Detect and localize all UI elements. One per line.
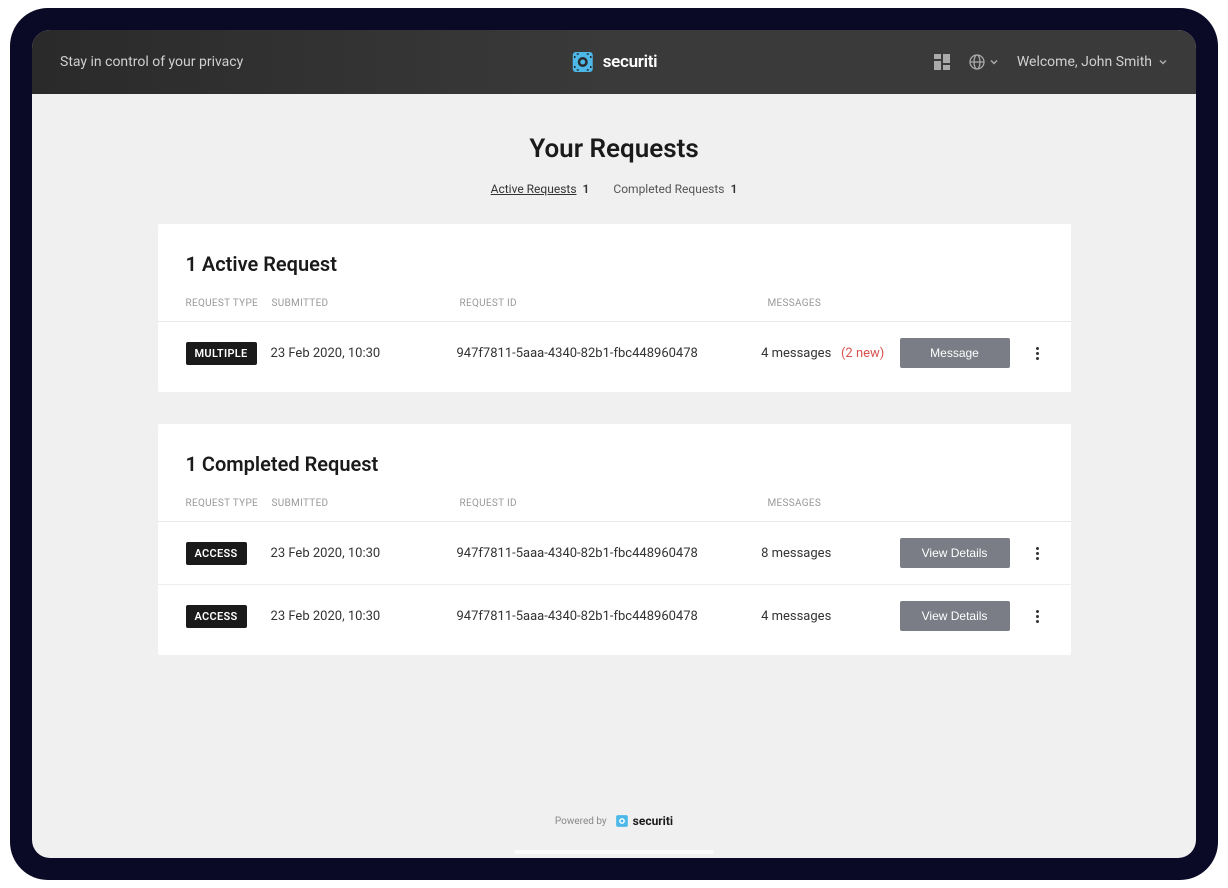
more-options-icon[interactable] bbox=[1032, 543, 1043, 564]
messages-count: 4 messages bbox=[761, 609, 899, 624]
tab-label: Active Requests bbox=[491, 182, 577, 196]
request-id: 947f7811-5aaa-4340-82b1-fbc448960478 bbox=[456, 346, 761, 361]
column-messages: MESSAGES bbox=[768, 298, 1043, 309]
language-selector[interactable] bbox=[969, 54, 999, 70]
table-header: REQUEST TYPE SUBMITTED REQUEST ID MESSAG… bbox=[158, 298, 1071, 322]
column-request-id: REQUEST ID bbox=[460, 498, 768, 509]
table-row: MULTIPLE 23 Feb 2020, 10:30 947f7811-5aa… bbox=[158, 322, 1071, 392]
tab-active-requests[interactable]: Active Requests 1 bbox=[491, 182, 590, 196]
table-row: ACCESS 23 Feb 2020, 10:30 947f7811-5aaa-… bbox=[158, 585, 1071, 655]
tab-label: Completed Requests bbox=[613, 182, 724, 196]
table-row: ACCESS 23 Feb 2020, 10:30 947f7811-5aaa-… bbox=[158, 522, 1071, 585]
column-request-type: REQUEST TYPE bbox=[186, 498, 272, 509]
submitted-date: 23 Feb 2020, 10:30 bbox=[271, 609, 457, 624]
brand-logo[interactable]: securiti bbox=[571, 50, 658, 74]
tab-count: 1 bbox=[731, 182, 738, 196]
welcome-text: Welcome, John Smith bbox=[1017, 54, 1152, 70]
dashboard-icon[interactable] bbox=[933, 53, 951, 71]
tab-count: 1 bbox=[583, 182, 590, 196]
view-details-button[interactable]: View Details bbox=[900, 538, 1010, 568]
column-messages: MESSAGES bbox=[768, 498, 1043, 509]
column-submitted: SUBMITTED bbox=[272, 298, 460, 309]
request-type-badge: ACCESS bbox=[186, 542, 247, 565]
request-id: 947f7811-5aaa-4340-82b1-fbc448960478 bbox=[456, 609, 761, 624]
chevron-down-icon bbox=[989, 57, 999, 67]
completed-requests-card: 1 Completed Request REQUEST TYPE SUBMITT… bbox=[158, 424, 1071, 655]
request-tabs: Active Requests 1 Completed Requests 1 bbox=[32, 182, 1196, 196]
submitted-date: 23 Feb 2020, 10:30 bbox=[271, 346, 457, 361]
securiti-logo-icon bbox=[615, 814, 629, 828]
header: Stay in control of your privacy securiti bbox=[32, 30, 1196, 94]
footer-brand-name: securiti bbox=[633, 814, 673, 828]
active-requests-card: 1 Active Request REQUEST TYPE SUBMITTED … bbox=[158, 224, 1071, 392]
powered-by-text: Powered by bbox=[555, 816, 607, 827]
user-menu[interactable]: Welcome, John Smith bbox=[1017, 54, 1168, 70]
new-messages-count: (2 new) bbox=[841, 346, 884, 361]
messages-count: 8 messages bbox=[761, 546, 899, 561]
column-submitted: SUBMITTED bbox=[272, 498, 460, 509]
column-request-type: REQUEST TYPE bbox=[186, 298, 272, 309]
table-header: REQUEST TYPE SUBMITTED REQUEST ID MESSAG… bbox=[158, 498, 1071, 522]
chevron-down-icon bbox=[1158, 57, 1168, 67]
tab-completed-requests[interactable]: Completed Requests 1 bbox=[613, 182, 737, 196]
request-type-badge: MULTIPLE bbox=[186, 342, 257, 365]
more-options-icon[interactable] bbox=[1032, 343, 1043, 364]
messages-count: 4 messages (2 new) bbox=[761, 346, 899, 361]
view-details-button[interactable]: View Details bbox=[900, 601, 1010, 631]
more-options-icon[interactable] bbox=[1032, 606, 1043, 627]
header-tagline: Stay in control of your privacy bbox=[60, 54, 243, 70]
request-id: 947f7811-5aaa-4340-82b1-fbc448960478 bbox=[456, 546, 761, 561]
globe-icon bbox=[969, 54, 985, 70]
column-request-id: REQUEST ID bbox=[460, 298, 768, 309]
footer-brand-logo[interactable]: securiti bbox=[615, 814, 673, 828]
securiti-logo-icon bbox=[571, 50, 595, 74]
request-type-badge: ACCESS bbox=[186, 605, 247, 628]
card-title: 1 Completed Request bbox=[158, 452, 1071, 476]
page-title: Your Requests bbox=[32, 134, 1196, 164]
brand-name: securiti bbox=[603, 52, 658, 72]
home-indicator bbox=[514, 850, 714, 854]
message-button[interactable]: Message bbox=[900, 338, 1010, 368]
card-title: 1 Active Request bbox=[158, 252, 1071, 276]
submitted-date: 23 Feb 2020, 10:30 bbox=[271, 546, 457, 561]
